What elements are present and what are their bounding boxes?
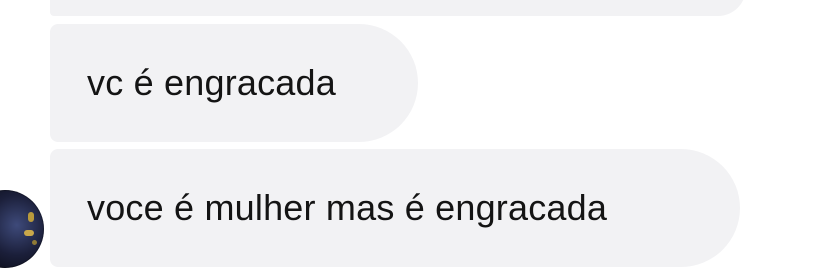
message-bubble[interactable]: voce é mulher mas é engracada	[50, 149, 740, 267]
message-bubble-previous[interactable]	[50, 0, 746, 16]
avatar-image-detail	[24, 230, 34, 236]
avatar-image-detail	[28, 212, 34, 222]
avatar-image-detail	[32, 240, 37, 245]
message-bubble[interactable]: vc é engracada	[50, 24, 418, 142]
sender-avatar[interactable]	[0, 190, 44, 268]
message-text: vc é engracada	[87, 62, 336, 103]
message-text: voce é mulher mas é engracada	[87, 187, 608, 228]
